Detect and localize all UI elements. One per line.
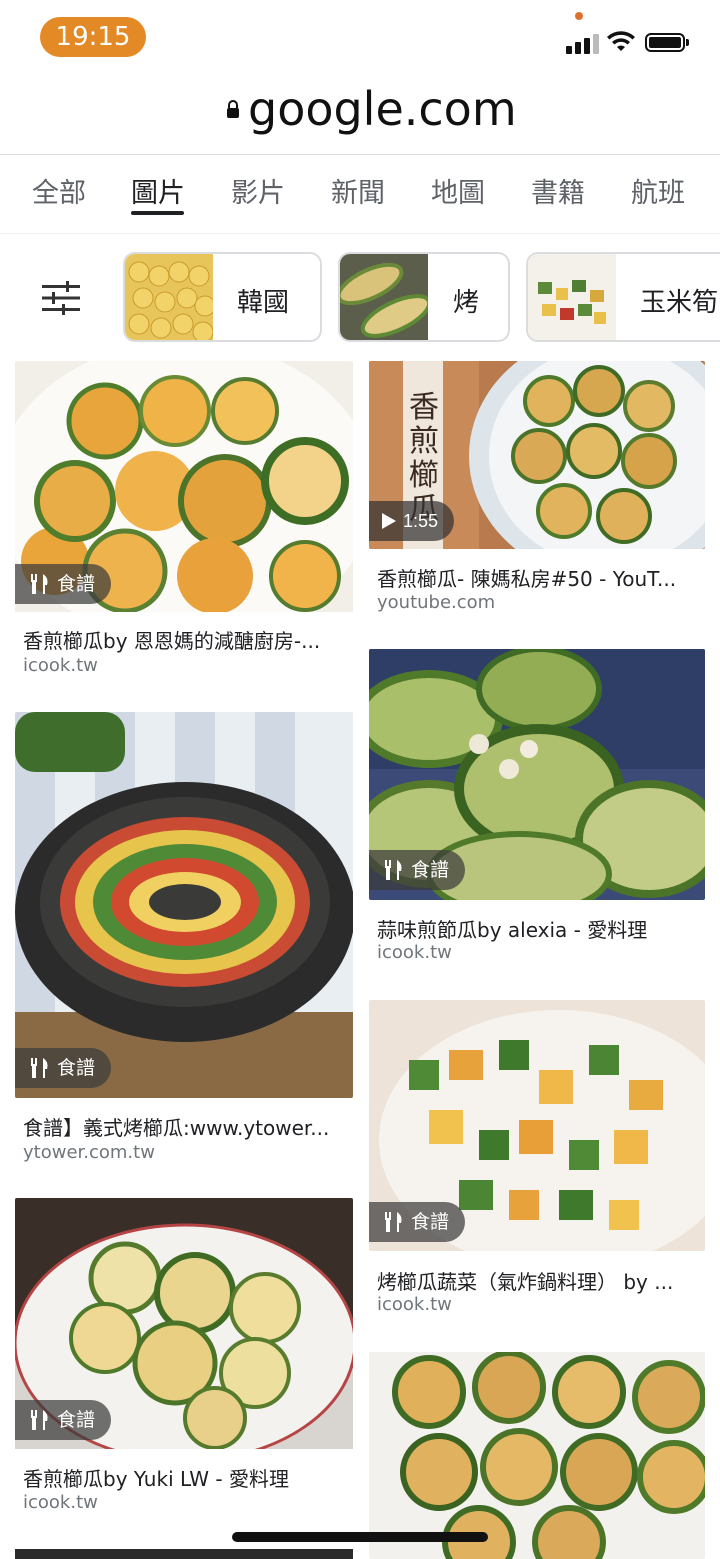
result-image xyxy=(369,1352,705,1559)
image-result-card[interactable]: 食譜 香煎櫛瓜by Yuki LW - 愛料理 icook.tw xyxy=(15,1198,353,1518)
result-title[interactable]: 食譜】義式烤櫛瓜:www.ytower... xyxy=(23,1112,345,1141)
utensils-icon xyxy=(31,1410,48,1430)
lock-icon xyxy=(227,100,239,118)
utensils-icon xyxy=(385,1212,402,1232)
image-result-card[interactable]: 食譜 食譜】義式烤櫛瓜:www.ytower... ytower.com.tw xyxy=(15,712,353,1172)
video-result-card[interactable]: 香煎櫛瓜 1:55 香煎櫛瓜- 陳媽私房#50 - YouT... youtub… xyxy=(369,361,705,621)
result-source: ytower.com.tw xyxy=(23,1142,155,1163)
tab-maps[interactable]: 地圖 xyxy=(431,171,485,210)
tab-news[interactable]: 新聞 xyxy=(331,171,385,210)
result-title[interactable]: 烤櫛瓜蔬菜（氣炸鍋料理） by ... xyxy=(377,1266,695,1295)
filter-settings-icon[interactable] xyxy=(42,281,80,315)
chip-korea[interactable]: 韓國 xyxy=(123,252,322,342)
chip-label: 玉米筍 xyxy=(640,288,719,318)
battery-icon xyxy=(645,33,689,52)
recipe-badge: 食譜 xyxy=(15,564,112,604)
chip-thumbnail xyxy=(125,254,213,340)
result-title[interactable]: 香煎櫛瓜by Yuki LW - 愛料理 xyxy=(23,1463,345,1492)
utensils-icon xyxy=(31,1058,48,1078)
tab-videos[interactable]: 影片 xyxy=(231,171,285,210)
wifi-icon xyxy=(607,31,635,51)
video-duration-badge: 1:55 xyxy=(369,501,455,541)
result-image xyxy=(15,712,353,1098)
chip-thumbnail xyxy=(340,254,428,340)
result-title[interactable]: 蒜味煎節瓜by alexia - 愛料理 xyxy=(377,914,695,943)
privacy-indicator-dot xyxy=(575,12,583,20)
tab-flights[interactable]: 航班 xyxy=(631,171,685,210)
cellular-signal-icon xyxy=(566,32,600,54)
chip-thumbnail xyxy=(528,254,616,340)
chip-label: 韓國 xyxy=(237,288,290,318)
play-icon xyxy=(382,513,396,529)
status-bar: 19:15 xyxy=(0,0,720,76)
chip-roast[interactable]: 烤 xyxy=(338,252,510,342)
home-indicator[interactable] xyxy=(232,1532,488,1542)
tab-books[interactable]: 書籍 xyxy=(531,171,585,210)
result-source: icook.tw xyxy=(377,1294,452,1315)
utensils-icon xyxy=(31,574,48,594)
image-result-card[interactable]: 食譜 香煎櫛瓜by 恩恩媽的減醣廚房-... icook.tw xyxy=(15,361,353,681)
result-source: icook.tw xyxy=(377,942,452,963)
result-source: youtube.com xyxy=(377,592,496,613)
image-result-card-partial[interactable] xyxy=(15,1549,353,1559)
recipe-badge: 食譜 xyxy=(369,1202,466,1242)
image-result-card[interactable] xyxy=(369,1352,705,1559)
tab-images[interactable]: 圖片 xyxy=(131,171,185,210)
result-title[interactable]: 香煎櫛瓜- 陳媽私房#50 - YouT... xyxy=(377,563,695,592)
recipe-badge: 食譜 xyxy=(15,1048,112,1088)
image-result-card[interactable]: 食譜 蒜味煎節瓜by alexia - 愛料理 icook.tw xyxy=(369,649,705,969)
url-text[interactable]: google.com xyxy=(248,82,517,136)
utensils-icon xyxy=(385,860,402,880)
result-source: icook.tw xyxy=(23,1492,98,1513)
chip-label: 烤 xyxy=(453,288,480,318)
tab-all[interactable]: 全部 xyxy=(32,171,86,210)
chip-baby-corn[interactable]: 玉米筍 xyxy=(526,252,720,342)
result-title[interactable]: 香煎櫛瓜by 恩恩媽的減醣廚房-... xyxy=(23,625,345,654)
active-tab-indicator xyxy=(131,211,184,215)
recipe-badge: 食譜 xyxy=(15,1400,112,1440)
result-source: icook.tw xyxy=(23,655,98,676)
image-result-card[interactable]: 食譜 烤櫛瓜蔬菜（氣炸鍋料理） by ... icook.tw xyxy=(369,1000,705,1320)
status-time: 19:15 xyxy=(40,17,146,57)
recipe-badge: 食譜 xyxy=(369,850,466,890)
search-tabs: 全部 圖片 影片 新聞 地圖 書籍 航班 xyxy=(0,155,720,234)
